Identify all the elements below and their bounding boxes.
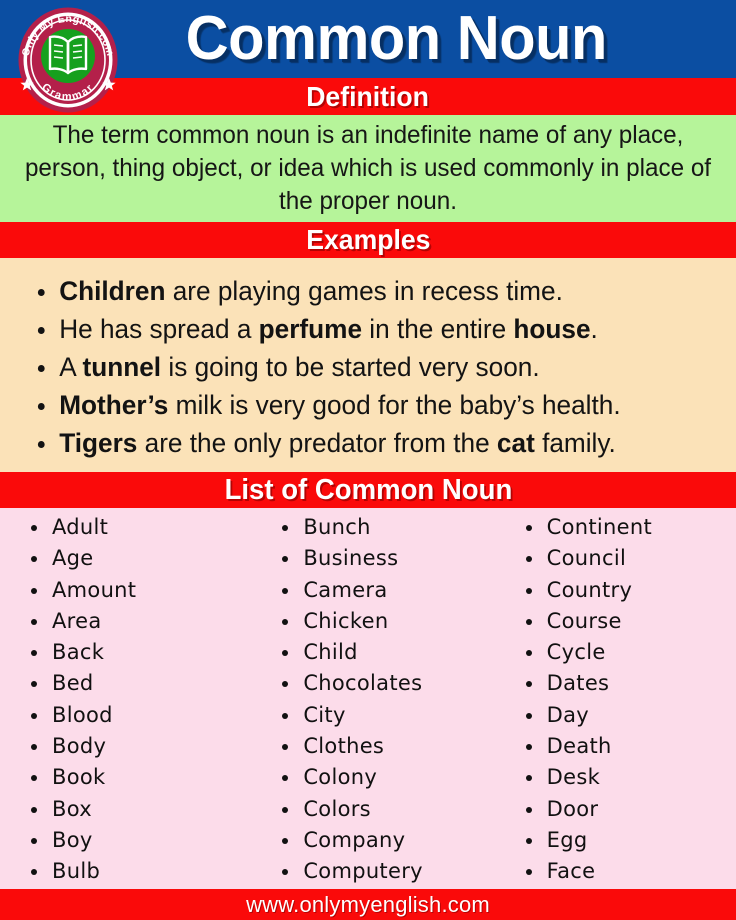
word-list-item: Egg <box>523 825 736 856</box>
word-list-item: Boy <box>28 825 241 856</box>
page-title: Common Noun <box>185 4 607 73</box>
footer-bar: www.onlymyenglish.com <box>0 889 736 920</box>
example-item: Children are playing games in recess tim… <box>34 272 705 310</box>
common-noun-highlight: cat <box>496 428 535 458</box>
brand-logo-badge: Only My English.com Grammar <box>14 6 122 114</box>
word-list-section-header: List of Common Noun <box>0 472 736 508</box>
common-noun-highlight: Children <box>59 276 166 306</box>
example-item: Mother’s milk is very good for the baby’… <box>34 386 705 424</box>
definition-body-text: The term common noun is an indefinite na… <box>24 121 712 215</box>
word-list-heading-label: List of Common Noun <box>224 473 512 506</box>
examples-panel: Children are playing games in recess tim… <box>0 258 736 472</box>
word-list-column-1: Adult Age Amount Area Back Bed Blood Body Book Bo… <box>0 512 241 889</box>
common-noun-highlight: perfume <box>258 314 363 344</box>
example-text: are the only predator from the <box>137 428 497 458</box>
infographic-poster: Common Noun Only My English.com Grammar … <box>0 0 736 920</box>
common-noun-highlight: house <box>513 314 591 344</box>
word-list-item: Business <box>279 543 492 574</box>
word-list-item: Continent <box>523 512 736 543</box>
word-list-item: Area <box>28 606 241 637</box>
word-list-item: Council <box>523 543 736 574</box>
word-list-item: Day <box>523 700 736 731</box>
logo-icon: Only My English.com Grammar <box>18 7 118 113</box>
common-noun-highlight: Tigers <box>59 428 138 458</box>
word-list-item: Adult <box>28 512 241 543</box>
word-list-item: City <box>279 700 492 731</box>
example-text: in the entire <box>362 314 514 344</box>
common-noun-highlight: Mother’s <box>59 390 169 420</box>
example-text: He has spread a <box>59 314 259 344</box>
word-list-item: Back <box>28 637 241 668</box>
word-list-item: Colors <box>279 794 492 825</box>
word-list-item: Bulb <box>28 856 241 887</box>
word-list-item: Box <box>28 794 241 825</box>
common-noun-highlight: tunnel <box>82 352 162 382</box>
word-list-item: Country <box>523 575 736 606</box>
word-list-item: Course <box>523 606 736 637</box>
example-text: family. <box>534 428 616 458</box>
word-list-item: Blood <box>28 700 241 731</box>
word-list-item: Desk <box>523 762 736 793</box>
word-list-item: Book <box>28 762 241 793</box>
word-list-item: Chocolates <box>279 668 492 699</box>
word-list-item: Amount <box>28 575 241 606</box>
word-list-item: Age <box>28 543 241 574</box>
word-list-item: Company <box>279 825 492 856</box>
examples-heading-label: Examples <box>305 224 431 255</box>
word-list-panel: Adult Age Amount Area Back Bed Blood Body Book Bo… <box>0 508 736 889</box>
word-list-item: Bunch <box>279 512 492 543</box>
word-list-item: Computery <box>279 856 492 887</box>
word-list-item: Bed <box>28 668 241 699</box>
website-url: www.onlymyenglish.com <box>246 891 490 917</box>
example-text: is going to be started very soon. <box>161 352 540 382</box>
example-item: He has spread a perfume in the entire ho… <box>34 310 705 348</box>
example-item: Tigers are the only predator from the ca… <box>34 424 705 462</box>
word-list-column-3: Continent Council Country Course Cycle Dates D… <box>493 512 736 889</box>
examples-list: Children are playing games in recess tim… <box>34 272 726 462</box>
word-list-column-2: Bunch Business Camera Chicken Child Chocolate… <box>241 512 492 889</box>
word-list-item: Colony <box>279 762 492 793</box>
example-item: A tunnel is going to be started very soo… <box>34 348 705 386</box>
word-list-item: Death <box>523 731 736 762</box>
word-list-item: Face <box>523 856 736 887</box>
example-text: . <box>590 314 598 344</box>
word-list-item: Camera <box>279 575 492 606</box>
word-list-item: Door <box>523 794 736 825</box>
word-list-item: Child <box>279 637 492 668</box>
word-list-item: Cycle <box>523 637 736 668</box>
word-list-item: Clothes <box>279 731 492 762</box>
definition-panel: The term common noun is an indefinite na… <box>0 115 736 222</box>
example-text: are playing games in recess time. <box>165 276 563 306</box>
word-list-item: Body <box>28 731 241 762</box>
word-list-item: Chicken <box>279 606 492 637</box>
definition-heading-label: Definition <box>306 80 430 112</box>
word-list-item: Dates <box>523 668 736 699</box>
examples-section-header: Examples <box>0 222 736 258</box>
example-text: A <box>59 352 83 382</box>
example-text: milk is very good for the baby’s health. <box>168 390 621 420</box>
